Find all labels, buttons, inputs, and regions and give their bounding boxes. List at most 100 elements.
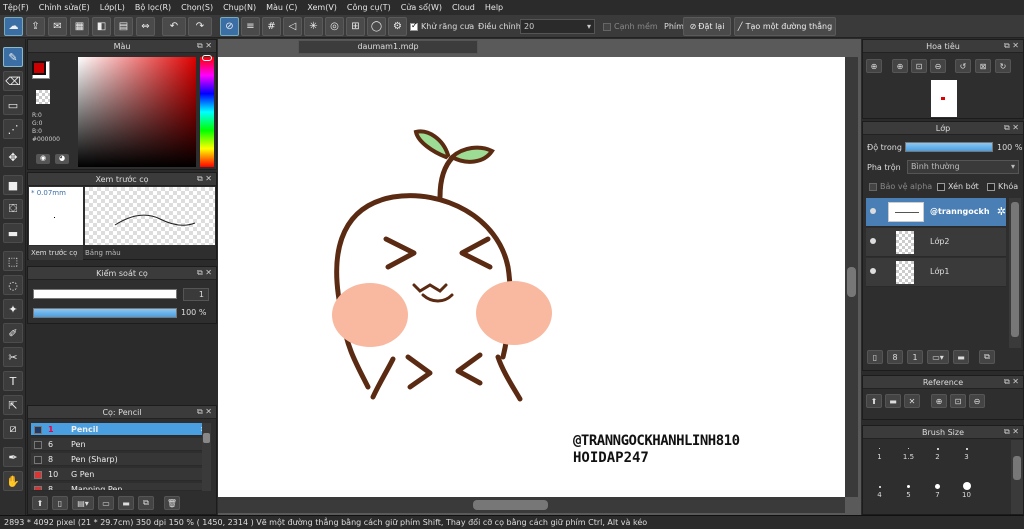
lasso-icon[interactable]: ◌	[3, 275, 23, 295]
redo-icon[interactable]: ↷	[188, 17, 212, 36]
image-icon[interactable]: ▦	[70, 17, 89, 36]
reset-button[interactable]: ⊘ Đặt lại	[683, 17, 731, 36]
layer-row-1[interactable]: @tranngockh ✲	[866, 198, 1006, 227]
fill-icon[interactable]: ◧	[92, 17, 111, 36]
new-layer-1bit-icon[interactable]: 1	[907, 350, 923, 364]
brush-size-10[interactable]: 10	[952, 482, 981, 500]
new-layer-icon[interactable]: ▯	[867, 350, 883, 364]
adjust-select[interactable]: 20 ▾	[520, 19, 595, 34]
panel-window-icons[interactable]: ⧉ ✕	[1004, 41, 1019, 51]
panel-window-icons[interactable]: ⧉ ✕	[1004, 427, 1019, 437]
menu-layer[interactable]: Lớp(L)	[100, 3, 125, 12]
flip-icon[interactable]: ⇔	[136, 17, 155, 36]
smooth-edge-checkbox[interactable]: Cạnh mềm	[603, 22, 658, 31]
trash-icon[interactable]: 🗑	[164, 496, 180, 510]
snap-off-icon[interactable]: ⊘	[220, 17, 239, 36]
clip-checkbox[interactable]: Xén bớt	[937, 182, 979, 191]
eye-icon[interactable]	[870, 238, 876, 244]
navigator-thumbnail[interactable]	[931, 80, 957, 117]
eye-icon[interactable]	[870, 268, 876, 274]
eyedropper-icon[interactable]: ✒	[3, 447, 23, 467]
brush-size-1-5[interactable]: 1.5	[894, 448, 923, 466]
ref-zoom-in-icon[interactable]: ⊕	[931, 394, 947, 408]
hue-slider[interactable]	[200, 57, 214, 167]
folder-icon[interactable]: ▬	[118, 496, 134, 510]
zoom-out-icon[interactable]: ⊖	[930, 59, 946, 73]
eraser-icon[interactable]: ⌫	[3, 71, 23, 91]
brush-size-scroll-thumb[interactable]	[1013, 456, 1021, 480]
palette-icon[interactable]: ◉	[36, 154, 50, 164]
zoom-in-icon[interactable]: ⊕	[866, 59, 882, 73]
menu-cloud[interactable]: Cloud	[452, 3, 475, 12]
menu-view[interactable]: Xem(V)	[307, 3, 337, 12]
ref-close-icon[interactable]: ✕	[904, 394, 920, 408]
duplicate-icon[interactable]: ▭	[98, 496, 114, 510]
brush-size-1[interactable]: 1	[865, 448, 894, 466]
tab-brush-preview[interactable]: Xem trước cọ	[29, 246, 83, 260]
divide-icon[interactable]: ⧄	[3, 419, 23, 439]
brush-size-7[interactable]: 7	[923, 484, 952, 502]
add-brush-icon[interactable]: ⬆	[32, 496, 48, 510]
fit-icon[interactable]: ⊡	[911, 59, 927, 73]
layer-row-2[interactable]: Lớp2	[866, 228, 1006, 257]
brush-list-scrollbar[interactable]	[202, 423, 211, 491]
snap-settings-icon[interactable]: ⚙	[388, 17, 407, 36]
snap-vanish-icon[interactable]: ◁	[283, 17, 302, 36]
menu-help[interactable]: Help	[485, 3, 503, 12]
brush-item-pencil[interactable]: 1 Pencil ✲	[31, 423, 211, 436]
make-line-button[interactable]: ╱ Tạo một đường thẳng	[734, 17, 836, 36]
ref-open-icon[interactable]: ▬	[885, 394, 901, 408]
brush-item-mapping-pen[interactable]: 8 Mapping Pen	[31, 483, 211, 491]
comment-icon[interactable]: ✉	[48, 17, 67, 36]
snap-ellipse-icon[interactable]: ◯	[367, 17, 386, 36]
layer-folder-icon[interactable]: ▬	[953, 350, 969, 364]
layer-row-3[interactable]: Lớp1	[866, 258, 1006, 287]
transparent-swatch[interactable]	[36, 90, 50, 104]
ref-zoom-out-icon[interactable]: ⊖	[969, 394, 985, 408]
scroll-thumb[interactable]	[203, 433, 210, 443]
rect-select-icon[interactable]: ▭	[3, 95, 23, 115]
color-sv-square[interactable]	[78, 57, 196, 167]
bucket-icon[interactable]: ⛋	[3, 199, 23, 219]
brush-size-4[interactable]: 4	[865, 486, 894, 504]
menu-select[interactable]: Chọn(S)	[181, 3, 213, 12]
antialias-checkbox[interactable]: ✓ Khử răng cưa	[410, 21, 474, 31]
document-tab[interactable]: daumam1.mdp	[298, 40, 478, 54]
shape-icon[interactable]: ■	[3, 175, 23, 195]
cloud-icon[interactable]: ☁	[4, 17, 23, 36]
export-icon[interactable]: ⇪	[26, 17, 45, 36]
ref-upload-icon[interactable]: ⬆	[866, 394, 882, 408]
menu-color[interactable]: Màu (C)	[266, 3, 297, 12]
brush-icon[interactable]: ✎	[3, 47, 23, 67]
menu-file[interactable]: Tệp(F)	[3, 3, 29, 12]
grid-icon[interactable]: ▤	[114, 17, 133, 36]
canvas[interactable]: @TRANNGOCKHANHLINH810 HOIDAP247	[218, 57, 845, 497]
brush-size-slider[interactable]	[33, 289, 177, 299]
menu-window[interactable]: Cửa sổ(W)	[401, 3, 442, 12]
brush-item-pen[interactable]: 6 Pen	[31, 438, 211, 451]
text-icon[interactable]: T	[3, 371, 23, 391]
brush-item-g-pen[interactable]: 10 G Pen	[31, 468, 211, 481]
panel-window-icons[interactable]: ⧉ ✕	[1004, 377, 1019, 387]
protect-alpha-checkbox[interactable]: Bảo vệ alpha	[869, 182, 932, 191]
undo-icon[interactable]: ↶	[162, 17, 186, 36]
foreground-swatch[interactable]	[32, 61, 46, 75]
panel-window-icons[interactable]: ⧉ ✕	[197, 41, 212, 51]
layer-opacity-slider[interactable]	[905, 142, 993, 152]
brush-opacity-slider[interactable]	[33, 308, 177, 318]
ref-fit-icon[interactable]: ⊡	[950, 394, 966, 408]
tab-palette[interactable]: Bảng màu	[85, 246, 135, 260]
brush-size-2[interactable]: 2	[923, 448, 952, 466]
panel-window-icons[interactable]: ⧉ ✕	[197, 174, 212, 184]
magic-wand-icon[interactable]: ✦	[3, 299, 23, 319]
operation-icon[interactable]: ⇱	[3, 395, 23, 415]
gradient-icon[interactable]: ▬	[3, 223, 23, 243]
brush-size-value[interactable]: 1	[183, 288, 209, 301]
vscroll-thumb[interactable]	[847, 267, 856, 297]
snap-cross-icon[interactable]: #	[262, 17, 281, 36]
blend-select[interactable]: Bình thường ▾	[907, 160, 1019, 174]
brush-item-pen-sharp[interactable]: 8 Pen (Sharp)	[31, 453, 211, 466]
hand-icon[interactable]: ✋	[3, 471, 23, 491]
menu-capture[interactable]: Chụp(N)	[223, 3, 256, 12]
layer-menu-icon[interactable]: ▭▾	[927, 350, 949, 364]
